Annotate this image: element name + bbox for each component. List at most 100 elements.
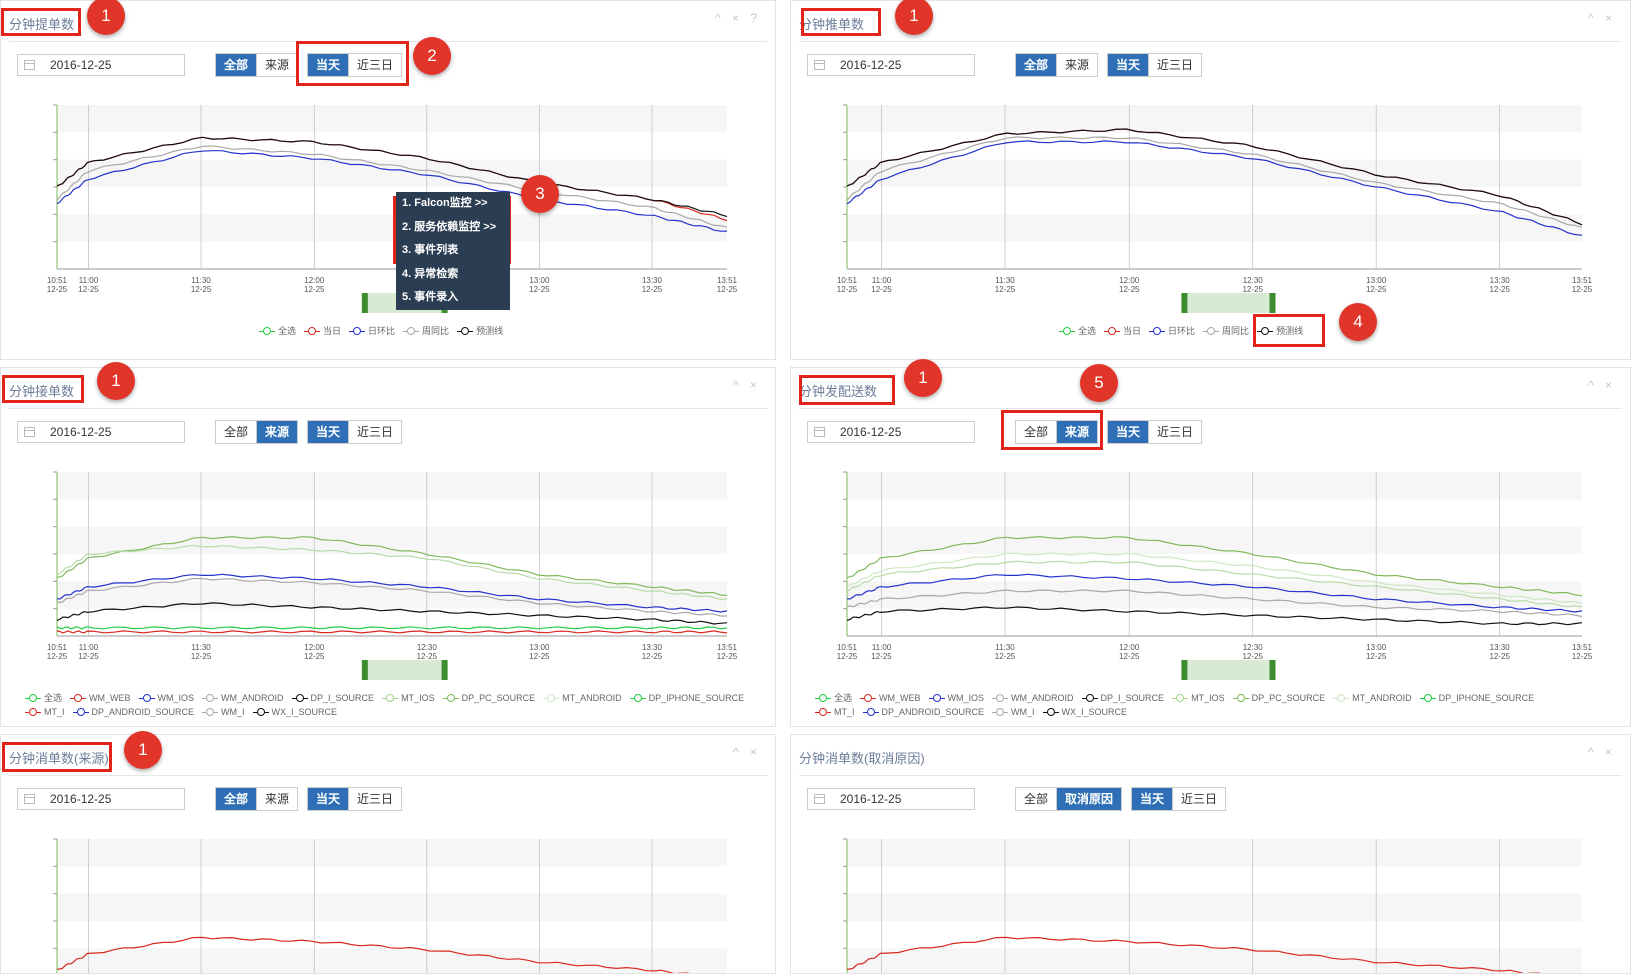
calendar-icon[interactable] <box>814 60 825 70</box>
legend-item[interactable]: 预测线 <box>1257 324 1303 337</box>
legend-item[interactable]: 当日 <box>304 324 341 337</box>
three-days-button[interactable]: 近三日 <box>348 421 402 443</box>
range-handle-right[interactable] <box>1269 293 1276 313</box>
range-selector[interactable] <box>1181 660 1276 680</box>
today-button[interactable]: 当天 <box>1108 54 1149 76</box>
legend-item[interactable]: DP_ANDROID_SOURCE <box>862 707 984 717</box>
legend-item[interactable]: WM_WEB <box>70 693 131 703</box>
date-input[interactable]: 2016-12-25 <box>17 788 185 810</box>
panel-controls[interactable]: ^ × <box>1588 378 1616 392</box>
source-button[interactable]: 来源 <box>1056 54 1098 76</box>
menu-item-dependency[interactable]: 2. 服务依赖监控 >> <box>396 216 510 240</box>
date-input[interactable]: 2016-12-25 <box>17 54 185 76</box>
calendar-icon[interactable] <box>24 60 35 70</box>
legend-item[interactable]: DP_IPHONE_SOURCE <box>629 693 744 703</box>
legend-item[interactable]: MT_IOS <box>382 693 435 703</box>
legend-item[interactable]: 日环比 <box>349 324 395 337</box>
source-button[interactable]: 来源 <box>1056 421 1098 443</box>
date-input[interactable]: 2016-12-25 <box>807 421 975 443</box>
legend-item[interactable]: MT_I <box>25 707 65 717</box>
range-selector[interactable] <box>1181 293 1276 313</box>
menu-item-falcon[interactable]: 1. Falcon监控 >> <box>396 192 510 216</box>
legend-item[interactable]: 全选 <box>259 324 296 337</box>
panel-controls[interactable]: ^ × <box>733 378 761 392</box>
range-handle-right[interactable] <box>441 660 448 680</box>
legend-item[interactable]: MT_IOS <box>1172 693 1225 703</box>
menu-item-event-entry[interactable]: 5. 事件录入 <box>396 286 510 310</box>
legend-item[interactable]: WM_IOS <box>928 693 984 703</box>
source-button[interactable]: 取消原因 <box>1056 788 1122 810</box>
calendar-icon[interactable] <box>814 794 825 804</box>
legend-item[interactable]: 当日 <box>1104 324 1141 337</box>
panel-controls[interactable]: ^ × <box>1588 745 1616 759</box>
legend-item[interactable]: DP_PC_SOURCE <box>442 693 535 703</box>
legend-item[interactable]: 日环比 <box>1149 324 1195 337</box>
source-button[interactable]: 来源 <box>256 54 298 76</box>
legend-item[interactable]: WX_I_SOURCE <box>252 707 337 717</box>
source-button[interactable]: 来源 <box>256 421 298 443</box>
line-chart[interactable] <box>1 827 767 973</box>
legend-item[interactable]: WM_ANDROID <box>202 693 284 703</box>
legend-item[interactable]: WX_I_SOURCE <box>1042 707 1127 717</box>
menu-item-exception-search[interactable]: 4. 异常检索 <box>396 263 510 287</box>
legend-item[interactable]: WM_I <box>202 707 245 717</box>
line-chart[interactable] <box>791 827 1622 973</box>
calendar-icon[interactable] <box>24 427 35 437</box>
line-chart[interactable]: 10:5112-2511:0012-2511:3012-2512:0012-25… <box>791 93 1622 323</box>
panel-controls[interactable]: ^ × <box>733 745 761 759</box>
all-button[interactable]: 全部 <box>1016 54 1057 76</box>
today-button[interactable]: 当天 <box>308 54 349 76</box>
line-chart[interactable]: 10:5112-2511:0012-2511:3012-2512:0012-25… <box>1 93 767 323</box>
x-tick-label: 12:00 <box>1119 643 1140 652</box>
legend-item[interactable]: MT_I <box>815 707 855 717</box>
legend-item[interactable]: MT_ANDROID <box>1333 693 1412 703</box>
legend-item[interactable]: DP_ANDROID_SOURCE <box>72 707 194 717</box>
line-chart[interactable]: 10:5112-2511:0012-2511:3012-2512:0012-25… <box>1 460 767 690</box>
date-input[interactable]: 2016-12-25 <box>17 421 185 443</box>
date-input[interactable]: 2016-12-25 <box>807 788 975 810</box>
source-button[interactable]: 来源 <box>256 788 298 810</box>
today-button[interactable]: 当天 <box>308 788 349 810</box>
calendar-icon[interactable] <box>814 427 825 437</box>
today-button[interactable]: 当天 <box>1108 421 1149 443</box>
range-handle-left[interactable] <box>1181 293 1188 313</box>
three-days-button[interactable]: 近三日 <box>1172 788 1226 810</box>
three-days-button[interactable]: 近三日 <box>348 54 402 76</box>
legend-item[interactable]: WM_WEB <box>860 693 921 703</box>
three-days-button[interactable]: 近三日 <box>1148 421 1202 443</box>
legend-item[interactable]: WM_ANDROID <box>992 693 1074 703</box>
calendar-icon[interactable] <box>24 794 35 804</box>
range-handle-left[interactable] <box>361 293 368 313</box>
range-handle-right[interactable] <box>1269 660 1276 680</box>
range-handle-left[interactable] <box>1181 660 1188 680</box>
legend-item[interactable]: DP_I_SOURCE <box>1081 693 1164 703</box>
panel-controls[interactable]: ^ × ? <box>715 11 761 25</box>
menu-item-event-list[interactable]: 3. 事件列表 <box>396 239 510 263</box>
all-button[interactable]: 全部 <box>1016 421 1057 443</box>
legend-item[interactable]: 全选 <box>25 691 62 704</box>
three-days-button[interactable]: 近三日 <box>1148 54 1202 76</box>
legend-item[interactable]: 周同比 <box>403 324 449 337</box>
today-button[interactable]: 当天 <box>308 421 349 443</box>
all-button[interactable]: 全部 <box>216 421 257 443</box>
legend-item[interactable]: DP_I_SOURCE <box>291 693 374 703</box>
legend-item[interactable]: WM_I <box>992 707 1035 717</box>
legend-item[interactable]: WM_IOS <box>138 693 194 703</box>
legend-item[interactable]: 预测线 <box>457 324 503 337</box>
all-button[interactable]: 全部 <box>216 54 257 76</box>
legend-item[interactable]: DP_IPHONE_SOURCE <box>1419 693 1534 703</box>
line-chart[interactable]: 10:5112-2511:0012-2511:3012-2512:0012-25… <box>791 460 1622 690</box>
legend-item[interactable]: 全选 <box>1059 324 1096 337</box>
three-days-button[interactable]: 近三日 <box>348 788 402 810</box>
legend-item[interactable]: DP_PC_SOURCE <box>1232 693 1325 703</box>
all-button[interactable]: 全部 <box>1016 788 1057 810</box>
range-selector[interactable] <box>361 660 448 680</box>
legend-item[interactable]: 全选 <box>815 691 852 704</box>
legend-item[interactable]: MT_ANDROID <box>543 693 622 703</box>
range-handle-left[interactable] <box>361 660 368 680</box>
date-input[interactable]: 2016-12-25 <box>807 54 975 76</box>
panel-controls[interactable]: ^ × <box>1588 11 1616 25</box>
all-button[interactable]: 全部 <box>216 788 257 810</box>
today-button[interactable]: 当天 <box>1132 788 1173 810</box>
legend-item[interactable]: 周同比 <box>1203 324 1249 337</box>
